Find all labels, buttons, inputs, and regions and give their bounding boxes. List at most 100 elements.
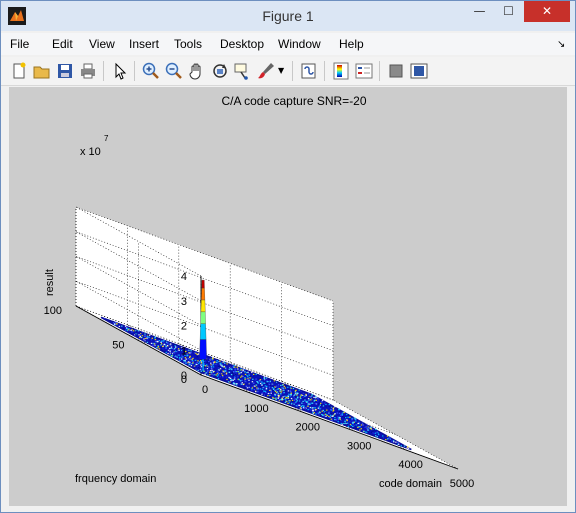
y-tick-label: 100 bbox=[44, 305, 62, 317]
menu-desktop[interactable]: Desktop bbox=[220, 37, 264, 51]
surface-noise-point bbox=[292, 401, 294, 403]
toolbar-separator bbox=[379, 61, 380, 81]
surface-plot[interactable]: C/A code capture SNR=-20 0 1 2 3 4 0 50 1000 100… bbox=[9, 87, 567, 506]
title-bar[interactable]: Figure 1 — ☐ ✕ bbox=[1, 1, 575, 31]
link-plot-icon[interactable] bbox=[299, 61, 319, 81]
colorbar-icon[interactable] bbox=[331, 61, 351, 81]
surface-noise-point bbox=[321, 402, 323, 404]
hide-plot-tools-icon[interactable] bbox=[386, 61, 406, 81]
surface-noise-point bbox=[367, 429, 370, 431]
surface-noise-point bbox=[288, 402, 290, 404]
surface-noise-point bbox=[343, 422, 345, 425]
surface-noise-point bbox=[315, 399, 317, 401]
surface-noise-point bbox=[181, 358, 183, 360]
surface-noise-point bbox=[149, 334, 151, 336]
surface-noise-point bbox=[255, 383, 258, 385]
zoom-out-icon[interactable] bbox=[164, 61, 184, 81]
surface-noise-point bbox=[206, 365, 208, 367]
maximize-icon: ☐ bbox=[503, 4, 514, 18]
surface-noise-point bbox=[146, 337, 148, 339]
surface-noise-point bbox=[334, 406, 336, 408]
show-plot-tools-icon[interactable] bbox=[409, 61, 429, 81]
surface-noise-point bbox=[386, 435, 389, 437]
rotate-3d-icon[interactable] bbox=[210, 61, 230, 81]
surface-noise-point bbox=[271, 387, 274, 389]
menu-tools[interactable]: Tools bbox=[174, 37, 202, 51]
surface-noise-point bbox=[308, 399, 310, 401]
surface-noise-point bbox=[311, 400, 313, 403]
surface-noise-point bbox=[336, 417, 338, 419]
surface-noise-point bbox=[213, 367, 215, 369]
surface-noise-point bbox=[196, 356, 199, 358]
surface-noise-point bbox=[103, 318, 106, 320]
save-icon[interactable] bbox=[55, 61, 75, 81]
surface-noise-point bbox=[277, 388, 279, 390]
z-exponent: 7 bbox=[104, 134, 109, 143]
surface-noise-point bbox=[331, 419, 333, 421]
z-exponent-label: x 10 bbox=[80, 146, 101, 158]
menu-insert[interactable]: Insert bbox=[129, 37, 159, 51]
surface-noise-point bbox=[244, 378, 247, 380]
legend-icon[interactable] bbox=[354, 61, 374, 81]
surface-noise-point bbox=[178, 354, 180, 356]
surface-noise-point bbox=[112, 320, 114, 323]
surface-noise-point bbox=[352, 422, 354, 424]
surface-noise-point bbox=[167, 341, 169, 343]
surface-noise-point bbox=[251, 381, 254, 383]
surface-noise-point bbox=[222, 372, 225, 374]
brush-dropdown-icon[interactable]: ▼ bbox=[278, 61, 286, 81]
surface-noise-point bbox=[218, 372, 220, 375]
brush-icon[interactable] bbox=[256, 61, 276, 81]
surface-noise-point bbox=[200, 362, 203, 364]
print-icon[interactable] bbox=[78, 61, 98, 81]
surface-noise-point bbox=[256, 385, 258, 387]
toolbar-separator bbox=[134, 61, 135, 81]
surface-noise-point bbox=[354, 418, 357, 420]
surface-noise-point bbox=[289, 386, 292, 388]
data-cursor-icon[interactable] bbox=[233, 61, 253, 81]
pan-icon[interactable] bbox=[187, 61, 207, 81]
surface-noise-point bbox=[268, 392, 270, 395]
minimize-button[interactable]: — bbox=[466, 1, 493, 22]
surface-noise-point bbox=[398, 443, 400, 445]
surface-noise-point bbox=[296, 405, 298, 407]
surface-noise-point bbox=[198, 366, 200, 368]
menu-help[interactable]: Help bbox=[339, 37, 364, 51]
surface-noise-point bbox=[277, 397, 279, 399]
surface-noise-point bbox=[242, 369, 244, 371]
menu-window[interactable]: Window bbox=[278, 37, 321, 51]
close-button[interactable]: ✕ bbox=[524, 1, 570, 22]
dock-arrow-icon[interactable]: ↘ bbox=[557, 39, 565, 50]
surface-noise-point bbox=[327, 418, 329, 420]
surface-noise-point bbox=[118, 325, 121, 327]
surface-noise-point bbox=[165, 347, 167, 349]
menu-view[interactable]: View bbox=[89, 37, 115, 51]
surface-noise-point bbox=[137, 330, 140, 332]
new-figure-icon[interactable] bbox=[9, 61, 29, 81]
surface-noise-point bbox=[365, 426, 367, 428]
surface-noise-point bbox=[208, 360, 210, 363]
surface-noise-point bbox=[144, 337, 147, 340]
surface-noise-point bbox=[285, 390, 287, 392]
maximize-button[interactable]: ☐ bbox=[495, 1, 522, 22]
surface-noise-point bbox=[312, 397, 314, 399]
surface-noise-point bbox=[140, 333, 143, 335]
surface-noise-point bbox=[243, 369, 246, 371]
zoom-in-icon[interactable] bbox=[141, 61, 161, 81]
surface-noise-point bbox=[300, 390, 302, 392]
edit-plot-icon[interactable] bbox=[110, 61, 130, 81]
surface-noise-point bbox=[240, 376, 242, 378]
menu-edit[interactable]: Edit bbox=[52, 37, 73, 51]
surface-noise-point bbox=[349, 416, 351, 418]
surface-noise-point bbox=[241, 371, 243, 373]
surface-noise-point bbox=[243, 383, 245, 385]
peak-segment bbox=[199, 339, 207, 360]
surface-noise-point bbox=[289, 398, 291, 400]
surface-noise-point bbox=[325, 413, 328, 416]
surface-noise-point bbox=[259, 379, 261, 381]
surface-noise-point bbox=[273, 380, 276, 382]
open-file-icon[interactable] bbox=[32, 61, 52, 81]
surface-noise-point bbox=[290, 391, 292, 393]
menu-file[interactable]: File bbox=[10, 37, 29, 51]
figure-canvas[interactable]: C/A code capture SNR=-20 0 1 2 3 4 0 50 100 0 100… bbox=[9, 87, 567, 506]
